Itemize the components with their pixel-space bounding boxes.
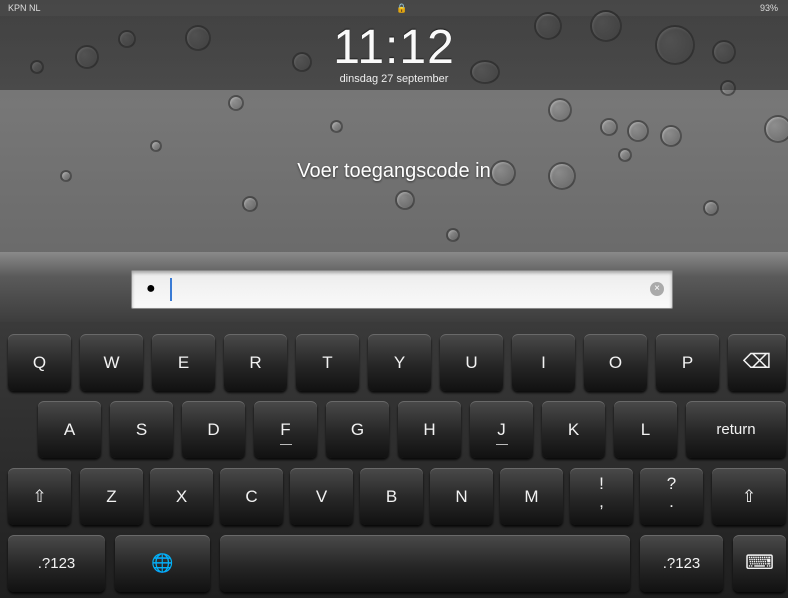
- water-drop: [330, 120, 343, 133]
- key-y[interactable]: Y: [368, 334, 431, 391]
- clear-icon[interactable]: ×: [650, 282, 664, 296]
- key-b[interactable]: B: [360, 468, 423, 525]
- key-w[interactable]: W: [80, 334, 143, 391]
- water-drop: [446, 228, 460, 242]
- key-l[interactable]: L: [614, 401, 677, 458]
- space-bar[interactable]: [220, 535, 630, 592]
- carrier-label: KPN NL: [8, 3, 41, 13]
- key-x[interactable]: X: [150, 468, 213, 525]
- home-row-marker: [495, 444, 508, 445]
- water-drop: [548, 98, 572, 122]
- key-f-label: F: [280, 420, 291, 439]
- key-c[interactable]: C: [220, 468, 283, 525]
- key-m[interactable]: M: [500, 468, 563, 525]
- water-drop: [703, 200, 719, 216]
- key-e[interactable]: E: [152, 334, 215, 391]
- globe-icon[interactable]: 🌐: [115, 535, 210, 592]
- key-exclaim-comma[interactable]: !,: [570, 468, 633, 525]
- water-drop: [150, 140, 162, 152]
- key-u[interactable]: U: [440, 334, 503, 391]
- lock-clock: 11:12: [333, 21, 455, 74]
- key-p[interactable]: P: [656, 334, 719, 391]
- key-j[interactable]: J: [470, 401, 533, 458]
- water-drop: [228, 95, 244, 111]
- hide-keyboard-icon[interactable]: ⌨: [733, 535, 786, 592]
- key-r[interactable]: R: [224, 334, 287, 391]
- lock-icon: 🔒: [396, 3, 408, 13]
- key-period-label: .: [669, 492, 674, 511]
- numbers-key-left[interactable]: .?123: [8, 535, 105, 592]
- key-j-label: J: [497, 420, 506, 439]
- key-h[interactable]: H: [398, 401, 461, 458]
- passcode-input[interactable]: ● ×: [131, 270, 673, 309]
- return-key[interactable]: return: [686, 401, 786, 458]
- water-drop: [242, 196, 258, 212]
- numbers-key-right[interactable]: .?123: [640, 535, 723, 592]
- home-row-marker: [279, 444, 292, 445]
- key-comma-label: ,: [599, 492, 604, 511]
- lock-date: dinsdag 27 september: [339, 73, 449, 85]
- key-a[interactable]: A: [38, 401, 101, 458]
- key-i[interactable]: I: [512, 334, 575, 391]
- shift-right-key[interactable]: ⇧: [712, 468, 786, 525]
- water-drop: [764, 115, 788, 143]
- key-question-period[interactable]: ?.: [640, 468, 703, 525]
- water-drop: [600, 118, 618, 136]
- key-question-label: ?: [666, 474, 677, 493]
- water-drop: [627, 120, 649, 142]
- key-s[interactable]: S: [110, 401, 173, 458]
- key-o[interactable]: O: [584, 334, 647, 391]
- key-f[interactable]: F: [254, 401, 317, 458]
- battery-label: 93%: [759, 3, 778, 13]
- shift-left-key[interactable]: ⇧: [8, 468, 71, 525]
- key-n[interactable]: N: [430, 468, 493, 525]
- text-caret: [170, 278, 172, 301]
- keyboard: Q W E R T Y U I O P ⌫ A S D F G H J K L …: [0, 322, 788, 598]
- passcode-dot: ●: [146, 280, 156, 297]
- key-t[interactable]: T: [296, 334, 359, 391]
- key-z[interactable]: Z: [80, 468, 143, 525]
- key-g[interactable]: G: [326, 401, 389, 458]
- water-drop: [395, 190, 415, 210]
- backspace-key[interactable]: ⌫: [728, 334, 786, 391]
- key-d[interactable]: D: [182, 401, 245, 458]
- water-drop: [660, 125, 682, 147]
- key-k[interactable]: K: [542, 401, 605, 458]
- passcode-prompt: Voer toegangscode in: [297, 160, 491, 182]
- key-exclaim-label: !: [599, 474, 604, 493]
- key-v[interactable]: V: [290, 468, 353, 525]
- status-bar: KPN NL 🔒 93%: [0, 0, 788, 16]
- key-q[interactable]: Q: [8, 334, 71, 391]
